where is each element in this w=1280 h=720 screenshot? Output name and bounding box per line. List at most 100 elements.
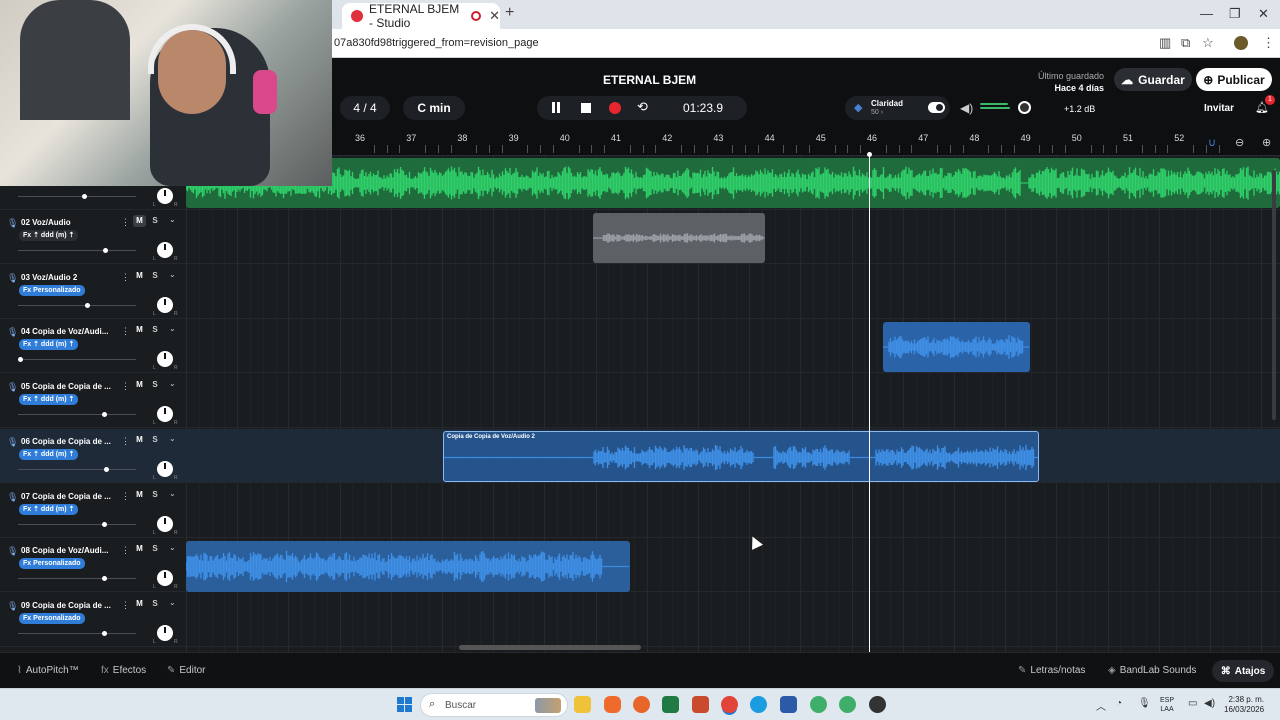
- project-title[interactable]: ETERNAL BJEM: [603, 73, 696, 87]
- shortcuts-button[interactable]: ⌘ Atajos: [1212, 660, 1274, 682]
- pan-knob[interactable]: [157, 296, 173, 313]
- track-volume-slider[interactable]: [18, 357, 136, 363]
- track-name[interactable]: 04 Copia de Voz/Audi...: [21, 327, 117, 336]
- volume-tray-icon[interactable]: ◀): [1204, 698, 1215, 709]
- chevron-down-icon[interactable]: ⌄: [169, 379, 176, 388]
- bookmark-star-icon[interactable]: ☆: [1202, 35, 1214, 51]
- word-icon[interactable]: [780, 696, 797, 713]
- copia-voz-audio-clip[interactable]: [883, 322, 1030, 372]
- snap-magnet-icon[interactable]: ∪: [1208, 136, 1216, 149]
- solo-button[interactable]: S: [149, 270, 161, 282]
- solo-button[interactable]: S: [149, 489, 161, 501]
- solo-button[interactable]: S: [149, 379, 161, 391]
- editor-button[interactable]: ✎ Editor: [167, 665, 206, 676]
- master-audio-clip[interactable]: [186, 158, 1280, 208]
- track-fx-preset[interactable]: Fx Personalizado: [19, 284, 85, 296]
- track-fx-preset[interactable]: Fx ⇡ ddd (m) ⇡: [19, 339, 79, 351]
- track-lane[interactable]: [186, 484, 1280, 538]
- track-menu-icon[interactable]: ⋮: [121, 272, 130, 283]
- slider-knob[interactable]: [101, 412, 107, 418]
- slider-knob[interactable]: [101, 630, 107, 636]
- powerpoint-icon[interactable]: [692, 696, 709, 713]
- pan-knob[interactable]: [157, 570, 173, 587]
- track-fx-preset[interactable]: Fx ⇡ ddd (m) ⇡: [19, 503, 79, 515]
- edge-icon[interactable]: [750, 696, 767, 713]
- save-button[interactable]: ☁ Guardar: [1114, 68, 1192, 91]
- chevron-down-icon[interactable]: ⌄: [169, 434, 176, 443]
- taskbar-search[interactable]: ⌕ Buscar: [420, 693, 568, 717]
- window-restore-button[interactable]: ❐: [1229, 6, 1241, 22]
- bandlab-sounds-button[interactable]: ◈ BandLab Sounds: [1108, 665, 1196, 676]
- publish-button[interactable]: ⊕ Publicar: [1196, 68, 1272, 91]
- autopitch-button[interactable]: ⌇ AutoPitch™: [17, 665, 79, 676]
- track-name[interactable]: 08 Copia de Voz/Audi...: [21, 546, 117, 555]
- track-name[interactable]: 05 Copia de Copia de ...: [21, 382, 117, 391]
- url-text[interactable]: 07a830fd98triggered_from=revision_page: [334, 37, 539, 49]
- track-header-08[interactable]: 🎙︎ 08 Copia de Voz/Audi... ⋮ M S ⌄ Fx Personal…: [0, 538, 186, 593]
- solo-button[interactable]: S: [149, 598, 161, 610]
- chrome-profile-3-icon[interactable]: [869, 696, 886, 713]
- track-menu-icon[interactable]: ⋮: [121, 491, 130, 502]
- chevron-down-icon[interactable]: ⌄: [169, 270, 176, 279]
- track-volume-slider[interactable]: [18, 302, 136, 308]
- track-name[interactable]: 03 Voz/Audio 2: [21, 273, 117, 282]
- slider-knob[interactable]: [101, 576, 107, 582]
- voz-audio-clip[interactable]: [593, 213, 765, 263]
- speaker-icon[interactable]: ◀): [960, 101, 973, 115]
- file-explorer-icon[interactable]: [574, 696, 591, 713]
- track-header-05[interactable]: 🎙︎ 05 Copia de Copia de ... ⋮ M S ⌄ Fx ⇡ ddd (…: [0, 374, 186, 429]
- language-indicator[interactable]: ESP LAA: [1160, 696, 1174, 714]
- slider-knob[interactable]: [103, 466, 109, 472]
- solo-button[interactable]: S: [149, 434, 161, 446]
- track-lane[interactable]: [186, 319, 1280, 374]
- chevron-down-icon[interactable]: ⌄: [169, 543, 176, 552]
- pan-knob[interactable]: [157, 188, 173, 204]
- new-tab-button[interactable]: +: [505, 4, 514, 22]
- track-volume-slider[interactable]: [18, 630, 136, 636]
- tray-overflow-icon[interactable]: ︿: [1096, 698, 1106, 713]
- time-signature[interactable]: 4 / 4: [340, 96, 390, 120]
- install-app-icon[interactable]: ⧉: [1181, 35, 1190, 51]
- track-name[interactable]: 06 Copia de Copia de ...: [21, 437, 117, 446]
- chevron-down-icon[interactable]: ⌄: [169, 215, 176, 224]
- pan-knob[interactable]: [157, 351, 173, 368]
- track-header-02[interactable]: 🎙︎ 02 Voz/Audio ⋮ M S ⌄ Fx ⇡ ddd (m) ⇡ L R: [0, 210, 186, 264]
- master-volume-knob[interactable]: [1018, 101, 1031, 114]
- track-volume-slider[interactable]: [18, 576, 136, 582]
- track-volume-slider[interactable]: [18, 412, 136, 418]
- slider-knob[interactable]: [18, 357, 23, 363]
- mute-button[interactable]: M: [133, 489, 146, 501]
- track-fx-preset[interactable]: Fx ⇡ ddd (m) ⇡: [19, 394, 79, 406]
- track-volume-slider[interactable]: [18, 466, 136, 472]
- track-menu-icon[interactable]: ⋮: [121, 326, 130, 337]
- window-minimize-button[interactable]: —: [1200, 6, 1213, 21]
- brave-browser-icon[interactable]: [604, 696, 621, 713]
- window-close-button[interactable]: ✕: [1258, 6, 1269, 22]
- pan-knob[interactable]: [157, 460, 173, 477]
- effects-button[interactable]: fx Efectos: [101, 665, 146, 676]
- solo-button[interactable]: S: [149, 215, 161, 227]
- chevron-down-icon[interactable]: ⌄: [169, 324, 176, 333]
- track-header-07[interactable]: 🎙︎ 07 Copia de Copia de ... ⋮ M S ⌄ Fx ⇡ ddd (…: [0, 484, 186, 538]
- track-name[interactable]: 02 Voz/Audio: [21, 218, 117, 227]
- loop-icon[interactable]: ⟲: [637, 99, 651, 114]
- mute-button[interactable]: M: [133, 324, 146, 336]
- chevron-down-icon[interactable]: ⌄: [169, 598, 176, 607]
- track-menu-icon[interactable]: ⋮: [121, 436, 130, 447]
- zoom-in-icon[interactable]: ⊕: [1262, 136, 1271, 149]
- track-menu-icon[interactable]: ⋮: [121, 545, 130, 556]
- playhead[interactable]: [867, 152, 872, 652]
- timeline-ruler[interactable]: ∪ ⊖ ⊕ 36 37 38 39 40 41 42 43 44 45 46 47 48 49 50 51 52: [332, 130, 1280, 156]
- slider-knob[interactable]: [82, 194, 87, 199]
- track-header-04[interactable]: 🎙︎ 04 Copia de Voz/Audi... ⋮ M S ⌄ Fx ⇡ ddd (m…: [0, 319, 186, 374]
- chrome-icon[interactable]: [721, 696, 738, 713]
- track-fx-preset[interactable]: Fx ⇡ ddd (m) ⇡: [19, 230, 79, 241]
- track-fx-preset[interactable]: Fx Personalizado: [19, 612, 85, 624]
- track-header-06[interactable]: 🎙︎ 06 Copia de Copia de ... ⋮ M S ⌄ Fx ⇡ ddd (…: [0, 428, 186, 483]
- chrome-profile-icon[interactable]: [810, 696, 827, 713]
- key-signature[interactable]: C min: [403, 96, 465, 120]
- chrome-profile-2-icon[interactable]: [839, 696, 856, 713]
- pan-knob[interactable]: [157, 242, 173, 258]
- excel-icon[interactable]: [662, 696, 679, 713]
- firefox-icon[interactable]: [633, 696, 650, 713]
